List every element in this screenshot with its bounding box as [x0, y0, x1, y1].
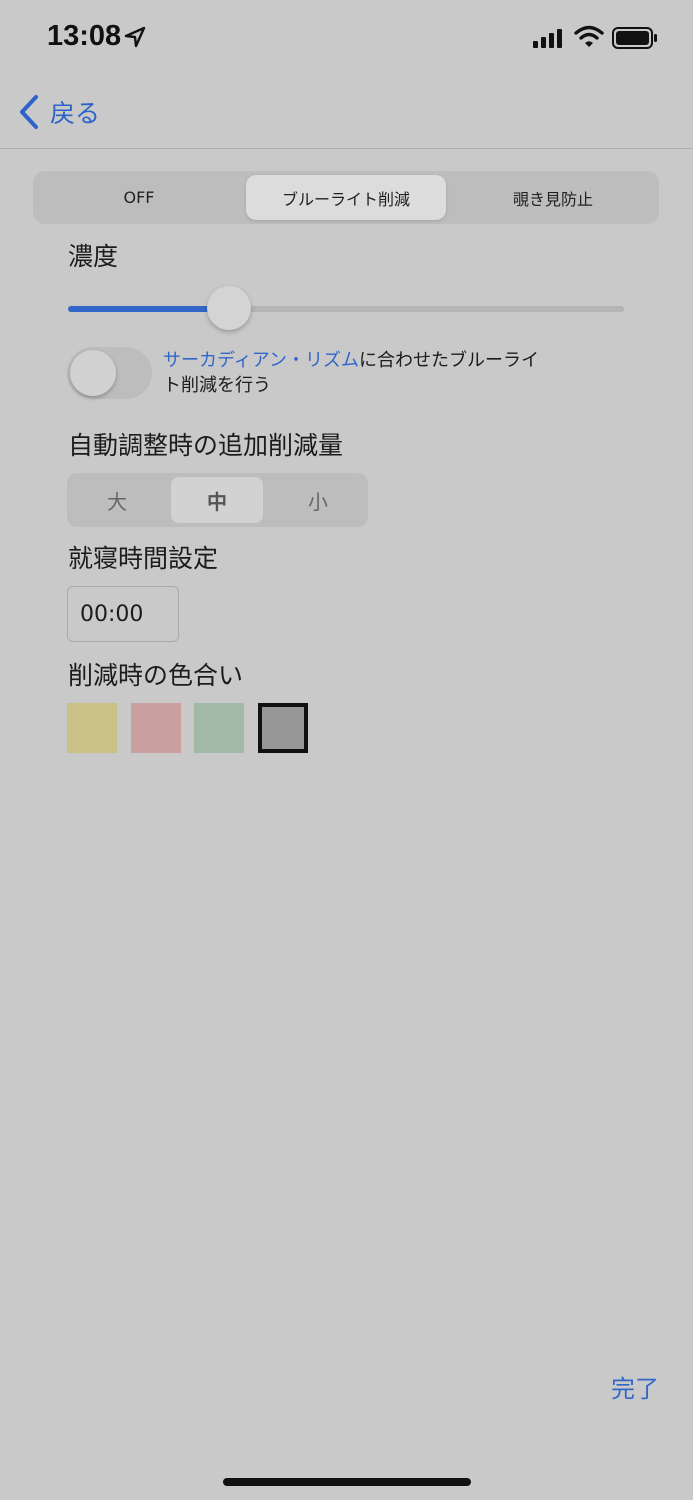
tint-title: 削減時の色合い — [68, 661, 244, 690]
location-arrow-icon — [124, 26, 146, 48]
circadian-text-line1: に合わせたブルーライ — [359, 350, 540, 371]
circadian-toggle[interactable] — [67, 347, 152, 399]
option-small[interactable]: 小 — [272, 477, 364, 523]
navigation-bar: 戻る — [0, 78, 693, 149]
option-large[interactable]: 大 — [71, 477, 163, 523]
swatch-yellow[interactable] — [67, 703, 117, 753]
circadian-description: サーカディアン・リズムに合わせたブルーライ ト削減を行う — [163, 348, 563, 398]
bedtime-title: 就寝時間設定 — [68, 544, 219, 573]
back-button[interactable]: 戻る — [18, 92, 100, 132]
tab-privacy-filter[interactable]: 覗き見防止 — [451, 175, 655, 220]
swatch-gray[interactable] — [258, 703, 308, 753]
slider-fill — [68, 306, 229, 312]
back-label: 戻る — [50, 99, 101, 128]
status-bar: 13:08 — [0, 0, 693, 78]
toggle-knob — [70, 350, 116, 396]
intensity-slider[interactable] — [68, 285, 624, 331]
cellular-signal-icon — [533, 29, 562, 48]
tab-blue-light-reduction[interactable]: ブルーライト削減 — [246, 175, 446, 220]
swatch-pink[interactable] — [131, 703, 181, 753]
wifi-icon — [574, 25, 604, 47]
swatch-green[interactable] — [194, 703, 244, 753]
intensity-title: 濃度 — [68, 242, 119, 271]
circadian-text-line2: ト削減を行う — [163, 375, 271, 396]
battery-icon — [612, 27, 657, 49]
bedtime-input[interactable]: 00:00 — [67, 586, 179, 642]
auto-adjust-title: 自動調整時の追加削減量 — [68, 431, 344, 460]
reduction-amount-segmented-control: 大 中 小 — [67, 473, 368, 527]
done-button[interactable]: 完了 — [611, 1369, 659, 1404]
circadian-rhythm-link[interactable]: サーカディアン・リズム — [163, 350, 359, 371]
status-time: 13:08 — [47, 20, 122, 52]
chevron-left-icon — [20, 95, 38, 129]
mode-segmented-control: OFF ブルーライト削減 覗き見防止 — [33, 171, 659, 224]
option-medium[interactable]: 中 — [171, 477, 263, 523]
slider-thumb[interactable] — [207, 286, 251, 330]
tab-off[interactable]: OFF — [37, 175, 241, 220]
home-indicator — [223, 1478, 471, 1486]
